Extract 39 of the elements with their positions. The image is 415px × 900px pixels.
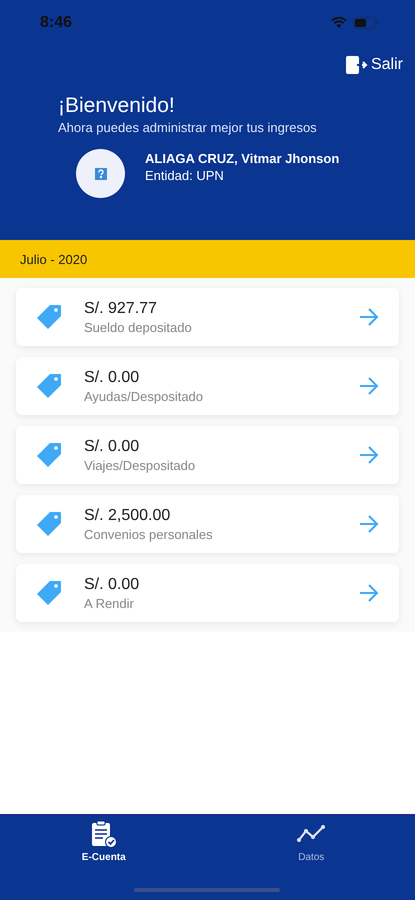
income-card[interactable]: S/. 0.00 A Rendir [16,564,399,622]
income-card[interactable]: S/. 0.00 Ayudas/Despositado [16,357,399,415]
income-label: A Rendir [84,596,135,610]
income-card[interactable]: S/. 927.77 Sueldo depositado [16,288,399,346]
arrow-right-icon [359,515,379,533]
arrow-right-icon [359,446,379,464]
placeholder-image-icon [94,168,106,180]
wifi-icon [331,17,347,29]
status-time: 8:46 [40,14,72,32]
user-entity: Entidad: UPN [145,168,225,182]
amount-text: S/. 0.00 [84,368,140,386]
nav-tab[interactable]: E-Cuenta [0,816,208,864]
income-label: Viajes/Despositado [84,458,196,472]
arrow-right-icon [359,377,379,395]
tag-icon [36,442,62,468]
user-name: ALIAGA CRUZ, Vitmar Jhonson [145,150,340,166]
tag-icon [36,373,62,399]
tag-icon [36,511,62,537]
amount-text: S/. 0.00 [84,576,140,594]
clipboard-check-icon [90,820,117,848]
amount-text: S/. 0.00 [84,438,140,456]
amount-text: S/. 927.77 [84,300,158,318]
income-label: Sueldo depositado [84,320,193,334]
income-label: Ayudas/Despositado [84,388,204,404]
period-bar: Julio - 2020 [0,240,415,278]
arrow-right-icon [359,584,379,602]
welcome-subtitle: Ahora puedes administrar mejor tus ingresos [58,120,318,135]
amount-text: S/. 2,500.00 [84,506,172,524]
welcome-title: ¡Bienvenido! [58,94,176,118]
tag-icon [36,304,62,330]
income-card[interactable]: S/. 0.00 Viajes/Despositado [16,426,399,484]
logout-button[interactable]: Salir [344,54,405,76]
arrow-right-icon [359,308,379,326]
income-card[interactable]: S/. 2,500.00 Convenios personales [16,495,399,553]
battery-icon [353,17,379,29]
income-label: Convenios personales [84,526,214,542]
nav-tab[interactable]: Datos [208,816,415,864]
exit-icon [346,56,368,74]
tag-icon [36,580,62,606]
